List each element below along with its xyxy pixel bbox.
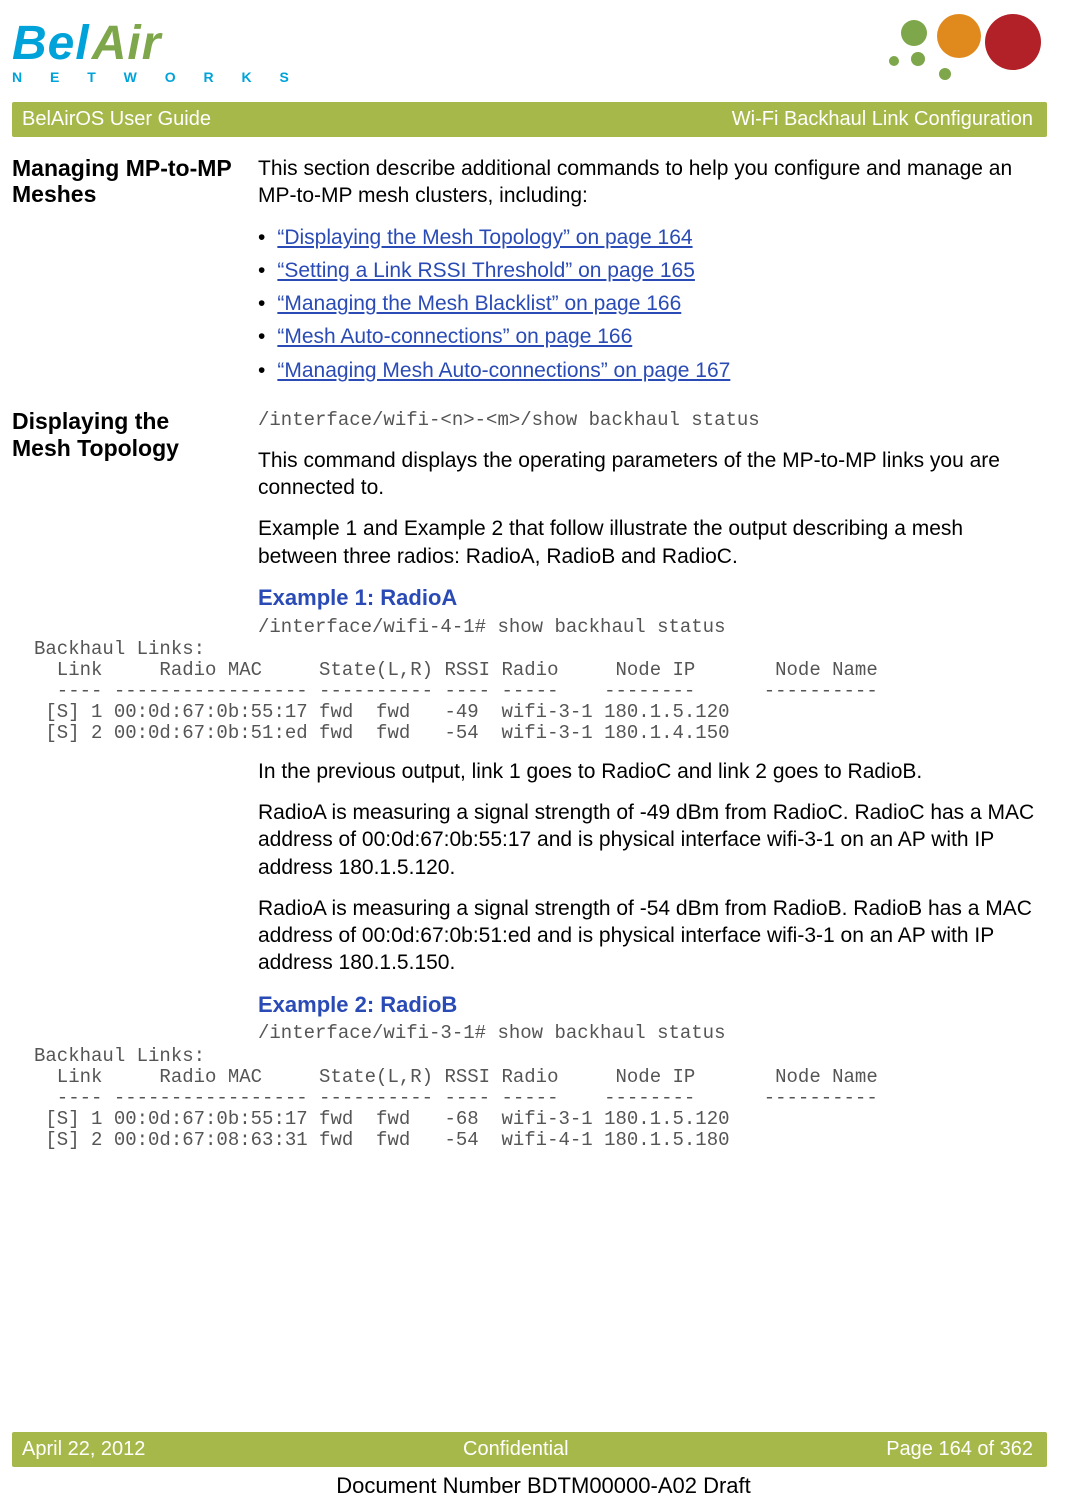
footer-bar: April 22, 2012 Confidential Page 164 of … <box>12 1432 1047 1467</box>
xref-list: • “Displaying the Mesh Topology” on page … <box>258 224 1047 384</box>
intro-paragraph: This section describe additional command… <box>258 155 1047 210</box>
example1-heading: Example 1: RadioA <box>258 584 1047 613</box>
section-heading-managing: Managing MP-to-MP Meshes <box>12 155 232 398</box>
example2-output: Backhaul Links: Link Radio MAC State(L,R… <box>34 1046 1047 1150</box>
chapter-title: Wi-Fi Backhaul Link Configuration <box>732 108 1033 131</box>
example2-heading: Example 2: RadioB <box>258 991 1047 1020</box>
content: Managing MP-to-MP Meshes This section de… <box>12 137 1047 1165</box>
logo-networks: N E T W O R K S <box>12 69 301 85</box>
topology-p2: Example 1 and Example 2 that follow illu… <box>258 515 1047 570</box>
xref-blacklist[interactable]: “Managing the Mesh Blacklist” on page 16… <box>277 290 681 317</box>
document-number: Document Number BDTM00000-A02 Draft <box>0 1473 1087 1499</box>
logo-bel: Bel <box>12 16 90 71</box>
guide-title: BelAirOS User Guide <box>22 108 211 131</box>
example1-command: /interface/wifi-4-1# show backhaul statu… <box>258 615 1047 640</box>
title-bar: BelAirOS User Guide Wi-Fi Backhaul Link … <box>12 102 1047 137</box>
footer-page: Page 164 of 362 <box>886 1438 1033 1461</box>
topology-p4: RadioA is measuring a signal strength of… <box>258 799 1047 881</box>
bullet: • <box>258 290 265 317</box>
xref-topology[interactable]: “Displaying the Mesh Topology” on page 1… <box>277 224 692 251</box>
page-header: BelAir N E T W O R K S <box>12 16 1047 102</box>
bullet: • <box>258 224 265 251</box>
logo-air: Air <box>92 16 162 71</box>
xref-auto[interactable]: “Mesh Auto-connections” on page 166 <box>277 323 632 350</box>
xref-rssi[interactable]: “Setting a Link RSSI Threshold” on page … <box>277 257 695 284</box>
topology-p5: RadioA is measuring a signal strength of… <box>258 895 1047 977</box>
topology-p3: In the previous output, link 1 goes to R… <box>258 758 1047 785</box>
example1-output: Backhaul Links: Link Radio MAC State(L,R… <box>34 639 1047 743</box>
bullet: • <box>258 257 265 284</box>
xref-manage-auto[interactable]: “Managing Mesh Auto-connections” on page… <box>277 357 730 384</box>
footer-date: April 22, 2012 <box>22 1438 145 1461</box>
page: BelAir N E T W O R K S BelAirOS User Gui… <box>0 0 1087 1511</box>
command-syntax: /interface/wifi-<n>-<m>/show backhaul st… <box>258 408 1047 433</box>
bullet: • <box>258 323 265 350</box>
topology-p1: This command displays the operating para… <box>258 447 1047 502</box>
bullet: • <box>258 357 265 384</box>
footer-confidential: Confidential <box>463 1438 569 1461</box>
example2-command: /interface/wifi-3-1# show backhaul statu… <box>258 1021 1047 1046</box>
dots-graphic <box>851 12 1051 92</box>
belair-logo: BelAir N E T W O R K S <box>12 16 301 85</box>
